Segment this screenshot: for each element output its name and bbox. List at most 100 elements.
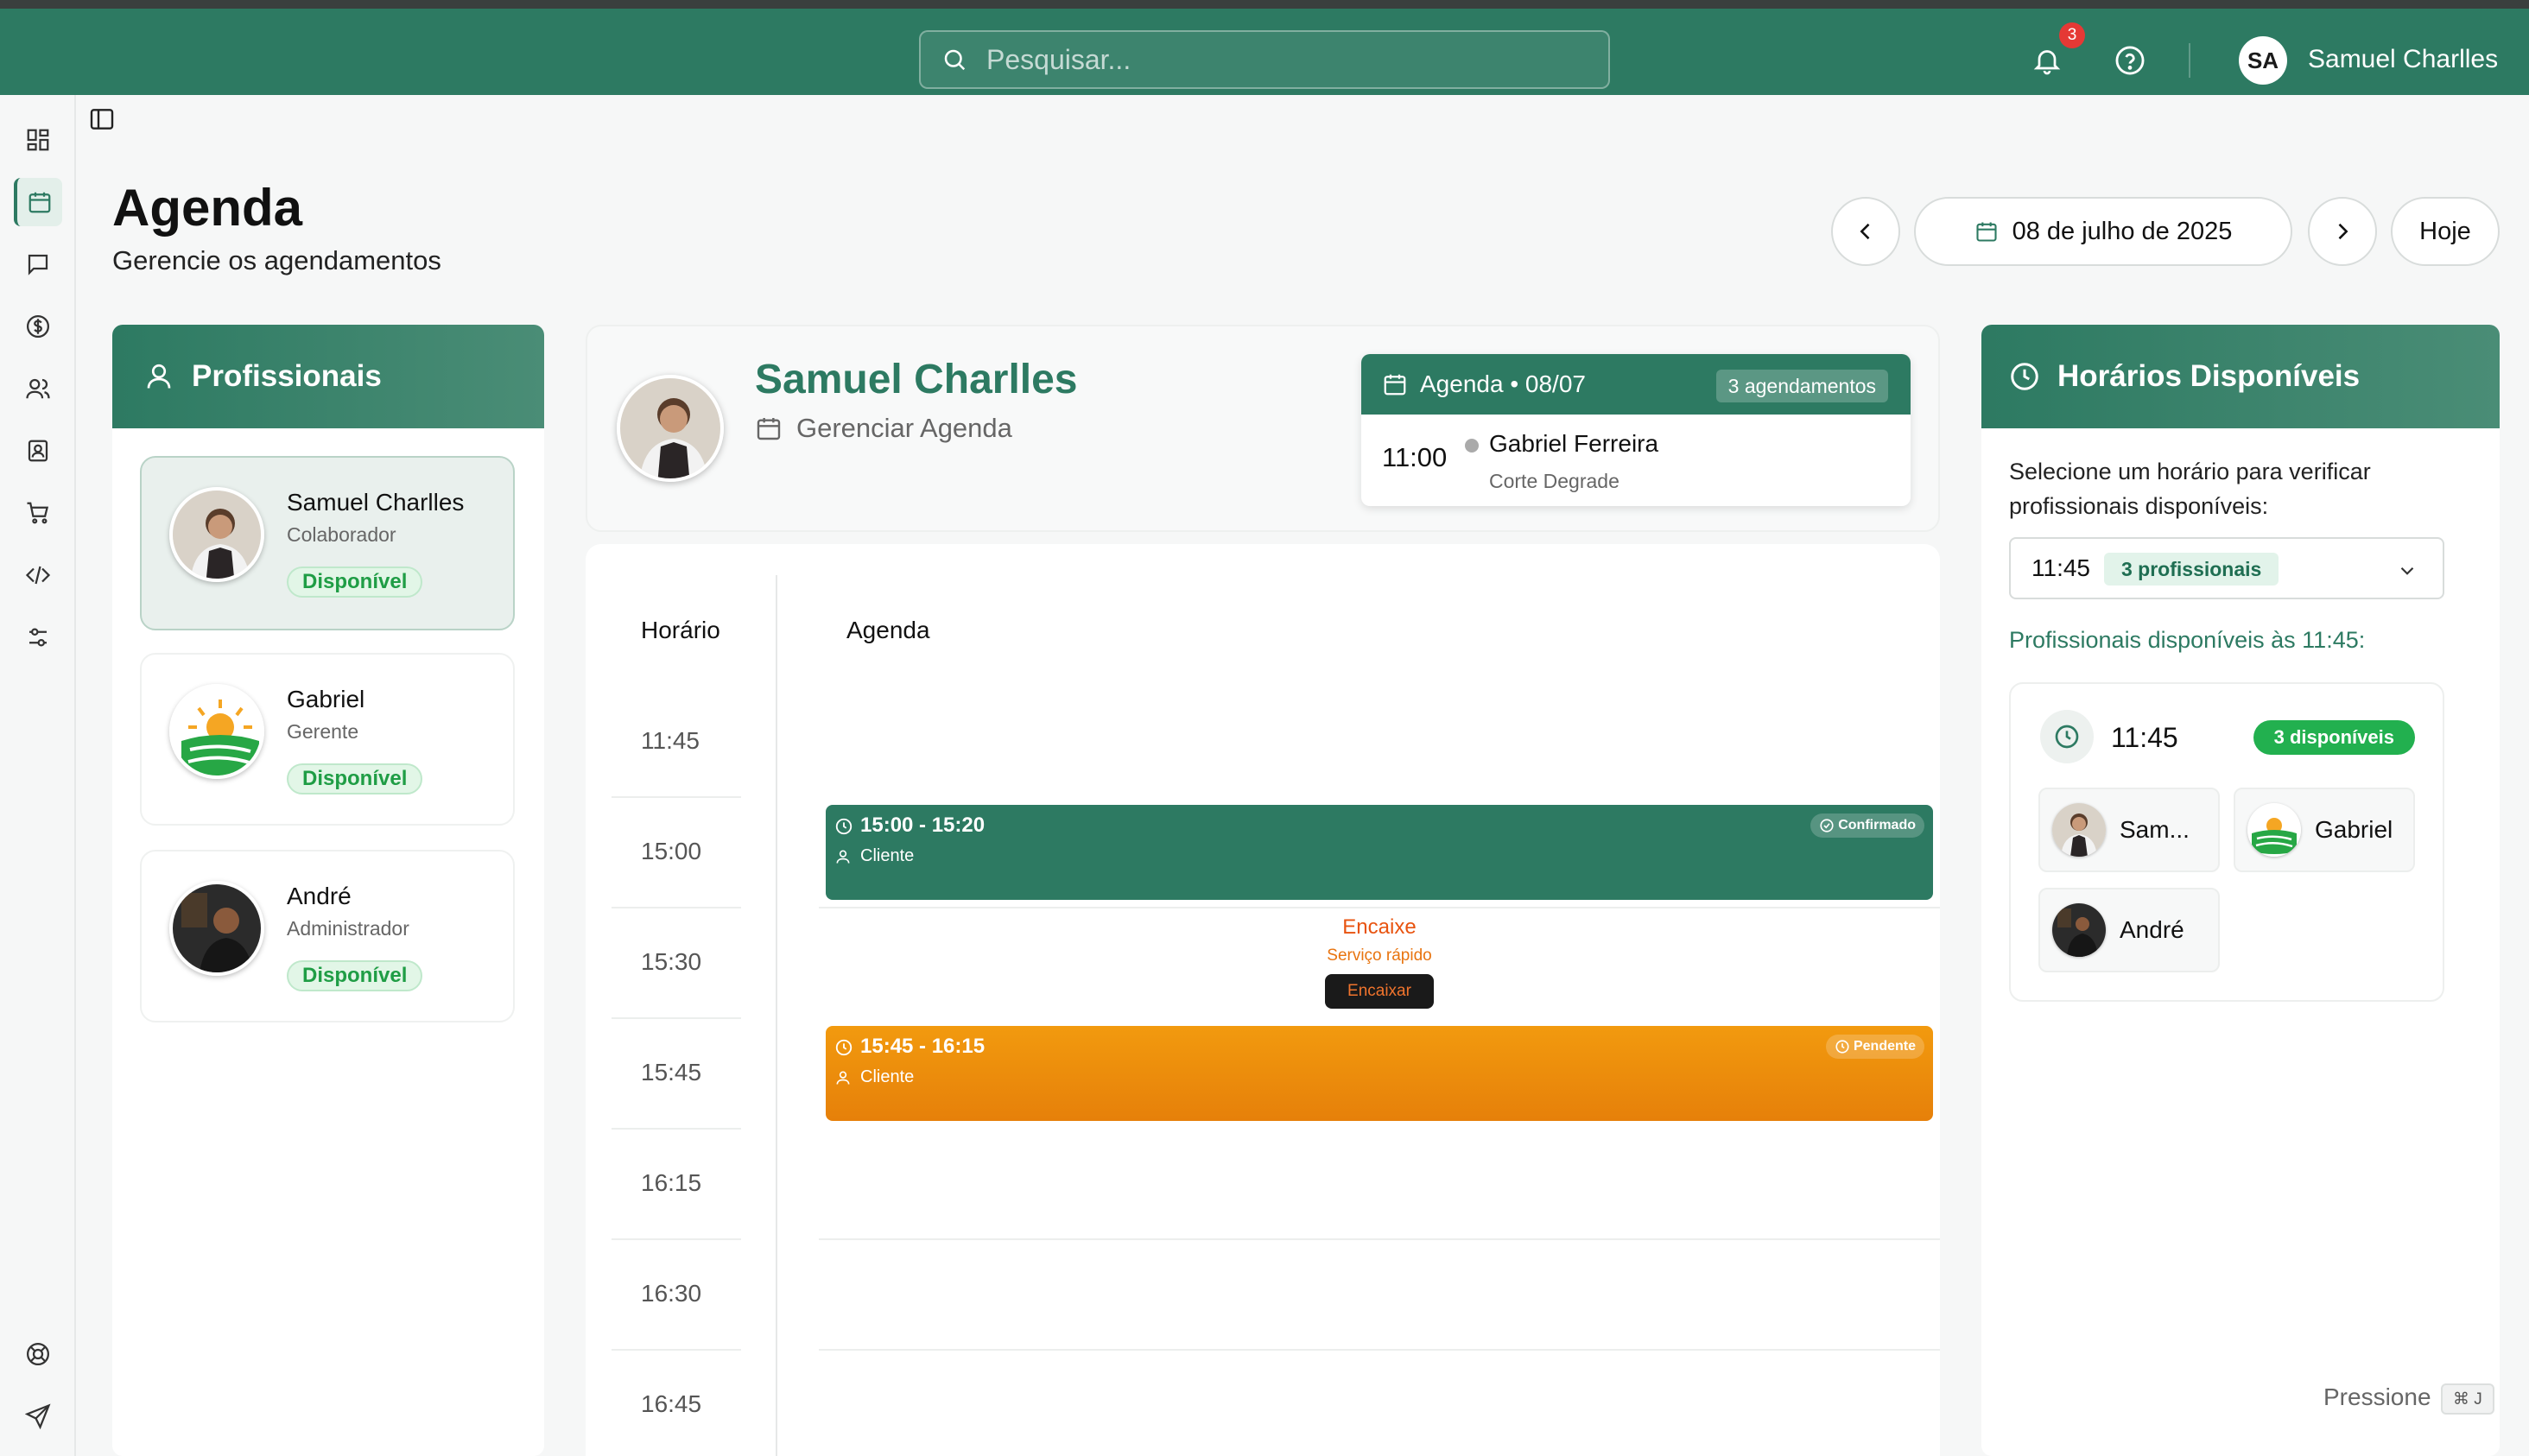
rail-settings[interactable] [14, 613, 62, 662]
agenda-summary-title: Agenda • 08/07 [1420, 370, 1586, 397]
available-professionals-box: 11:45 3 disponíveis Sam... Gabriel André [2009, 682, 2444, 1002]
topbar-divider [2189, 43, 2190, 78]
appointment-time: 15:00 - 15:20 [860, 813, 986, 837]
manage-agenda-link[interactable]: Gerenciar Agenda [755, 413, 1012, 444]
professionals-count-badge: 3 profissionais [2104, 553, 2279, 586]
status-dot [1465, 439, 1479, 453]
professionals-panel: Profissionais Samuel Charlles Colaborado… [112, 325, 544, 1456]
available-professional-chip[interactable]: Sam... [2038, 788, 2220, 872]
calendar-icon [757, 418, 781, 440]
rail-cart[interactable] [14, 489, 62, 537]
appointment-client: Cliente [860, 846, 915, 865]
prev-day-button[interactable] [1831, 197, 1900, 266]
chip-name: Gabriel [2315, 816, 2393, 843]
search-icon [944, 49, 966, 71]
date-picker-button[interactable]: 08 de julho de 2025 [1914, 197, 2292, 266]
agenda-summary-card[interactable]: Agenda • 08/07 3 agendamentos 11:00 Gabr… [1361, 354, 1911, 506]
slot-time: 15:30 [641, 948, 702, 975]
availability-title: Horários Disponíveis [2057, 359, 2361, 393]
rail-clients[interactable] [14, 364, 62, 413]
clock-icon [835, 1039, 853, 1056]
row-divider [612, 1128, 741, 1130]
chip-name: André [2120, 916, 2184, 943]
professional-role: Gerente [287, 720, 359, 743]
rail-finance[interactable] [14, 302, 62, 351]
slot-time: 15:00 [641, 838, 702, 864]
selected-professional-avatar [617, 375, 724, 482]
status-badge: Disponível [287, 960, 423, 991]
availability-panel: Horários Disponíveis Selecione um horári… [1981, 325, 2500, 1456]
encaixar-button[interactable]: Encaixar [1325, 974, 1434, 1009]
row-divider [612, 1017, 741, 1019]
slot-time: 16:30 [641, 1280, 702, 1307]
rail-dashboard[interactable] [14, 116, 62, 164]
next-day-button[interactable] [2308, 197, 2377, 266]
today-button[interactable]: Hoje [2391, 197, 2500, 266]
contact-card-icon [28, 440, 48, 462]
available-professional-chip[interactable]: André [2038, 888, 2220, 972]
available-count-badge: 3 disponíveis [2253, 720, 2415, 755]
sliders-icon [29, 628, 47, 647]
rail-contacts[interactable] [14, 427, 62, 475]
chip-avatar [2247, 803, 2301, 857]
send-icon [25, 1403, 51, 1429]
row-divider [612, 1238, 741, 1240]
slot-time: 15:45 [641, 1059, 702, 1086]
user-icon [147, 364, 171, 389]
appointment-block[interactable]: 15:00 - 15:20 Cliente Confirmado [826, 805, 1933, 900]
clock-icon [2011, 363, 2038, 390]
current-date: 08 de julho de 2025 [2012, 217, 2233, 245]
availability-header: Horários Disponíveis [1981, 325, 2500, 428]
rail-calendar[interactable] [14, 178, 62, 226]
appointment-block[interactable]: 15:45 - 16:15 Cliente Pendente [826, 1026, 1933, 1121]
professional-name: André [287, 883, 352, 909]
professional-role: Administrador [287, 917, 409, 940]
available-professional-chip[interactable]: Gabriel [2234, 788, 2415, 872]
professional-name: Gabriel [287, 686, 365, 712]
page-title: Agenda [112, 179, 303, 237]
professionals-header: Profissionais [112, 325, 544, 428]
professional-avatar [169, 487, 264, 582]
appointment-time: 15:45 - 16:15 [860, 1035, 986, 1058]
window-top-strip [0, 0, 2529, 9]
search-box[interactable] [919, 30, 1610, 89]
clock-badge [2040, 710, 2094, 763]
top-bar: 3 SA Samuel Charlles [0, 9, 2529, 95]
rail-code[interactable] [14, 551, 62, 599]
status-badge: Disponível [287, 763, 423, 794]
slot-time: 11:45 [641, 727, 700, 754]
column-divider [776, 575, 777, 1456]
professionals-title: Profissionais [192, 359, 382, 393]
chevron-right-icon [2338, 223, 2348, 240]
professional-card[interactable]: Gabriel Gerente Disponível [140, 653, 515, 826]
chip-avatar [2052, 803, 2106, 857]
user-avatar[interactable]: SA [2239, 36, 2287, 85]
left-rail [0, 95, 76, 1456]
rail-support[interactable] [14, 1330, 62, 1378]
schedule-grid: Horário Agenda 11:45 15:00 15:30 15:45 1… [586, 544, 1940, 1456]
chat-icon [28, 254, 48, 275]
clock-icon [1835, 1040, 1849, 1054]
notifications-button[interactable] [2028, 41, 2066, 79]
chevron-down-icon [2400, 567, 2414, 575]
selected-professional-card: Samuel Charlles Gerenciar Agenda Agenda … [586, 325, 1940, 532]
shortcut-hint: Pressione [2323, 1383, 2431, 1410]
time-select[interactable]: 11:45 3 profissionais [2009, 537, 2444, 599]
sidebar-toggle-icon[interactable] [88, 105, 116, 133]
users-icon [26, 378, 50, 399]
help-button[interactable] [2111, 41, 2149, 79]
user-name[interactable]: Samuel Charlles [2308, 45, 2498, 74]
status-badge: Confirmado [1810, 813, 1924, 838]
selected-time: 11:45 [2031, 554, 2090, 581]
professional-card[interactable]: André Administrador Disponível [140, 850, 515, 1022]
page-subtitle: Gerencie os agendamentos [112, 245, 441, 275]
slot-time: 16:45 [641, 1390, 702, 1417]
professional-card[interactable]: Samuel Charlles Colaborador Disponível [140, 456, 515, 630]
search-input[interactable] [986, 43, 1539, 76]
selected-professional-name: Samuel Charlles [755, 357, 1078, 402]
calendar-icon [29, 192, 51, 213]
shortcut-key: ⌘ J [2441, 1383, 2494, 1415]
rail-send[interactable] [14, 1392, 62, 1440]
rail-messages[interactable] [14, 240, 62, 288]
availability-instruction: Selecione um horário para verificar prof… [2009, 459, 2371, 519]
